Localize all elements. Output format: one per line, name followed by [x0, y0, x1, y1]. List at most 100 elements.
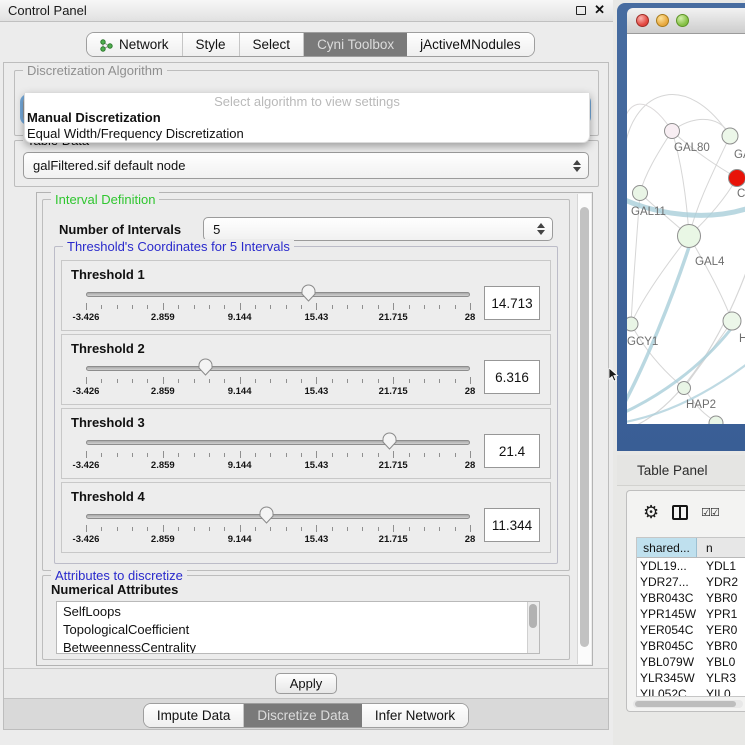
- table-row[interactable]: YPR145WYPR1: [637, 606, 745, 622]
- table-row[interactable]: YBR043CYBR0: [637, 590, 745, 606]
- network-canvas[interactable]: GAL80GACGAL11GAL4GCY1HHAP2: [627, 34, 745, 424]
- cell-name[interactable]: YLR3: [697, 671, 745, 685]
- tab-impute-data[interactable]: Impute Data: [144, 704, 245, 727]
- table-row[interactable]: YDR27...YDR2: [637, 574, 745, 590]
- interval-definition-title: Interval Definition: [51, 192, 159, 207]
- network-window-titlebar[interactable]: [627, 8, 745, 34]
- attribute-item[interactable]: BetweennessCentrality: [63, 640, 539, 654]
- network-node[interactable]: [678, 382, 691, 395]
- viewport-vertical-scrollbar[interactable]: [577, 194, 591, 664]
- network-node[interactable]: [633, 186, 648, 201]
- threshold-2-slider[interactable]: -3.4262.8599.14415.4321.71528: [86, 357, 470, 399]
- attribute-item[interactable]: TopologicalCoefficient: [63, 622, 539, 640]
- slider-track[interactable]: [86, 366, 470, 371]
- table-row[interactable]: YLR345WYLR3: [637, 670, 745, 686]
- cell-name[interactable]: YIL0: [697, 687, 745, 697]
- slider-track[interactable]: [86, 514, 470, 519]
- column-header-shared-name[interactable]: shared...: [637, 538, 697, 557]
- cell-shared-name[interactable]: YBR045C: [637, 639, 697, 653]
- attribute-item[interactable]: SelfLoops: [63, 604, 539, 622]
- slider-tick: [455, 453, 456, 457]
- apply-button[interactable]: Apply: [275, 673, 338, 694]
- settings-gear-icon[interactable]: ⚙: [643, 503, 659, 521]
- tab-cyni-toolbox[interactable]: Cyni Toolbox: [304, 33, 407, 56]
- table-row[interactable]: YBR045CYBR0: [637, 638, 745, 654]
- tab-style[interactable]: Style: [183, 33, 240, 56]
- network-view-window[interactable]: GAL80GACGAL11GAL4GCY1HHAP2: [617, 3, 745, 451]
- network-node[interactable]: [709, 416, 723, 424]
- table-data-combobox[interactable]: galFiltered.sif default node: [23, 152, 589, 179]
- slider-track[interactable]: [86, 292, 470, 297]
- network-node[interactable]: [729, 170, 745, 187]
- window-close-button[interactable]: [636, 14, 649, 27]
- number-of-intervals-combobox[interactable]: 5: [203, 217, 553, 241]
- network-tab-icon: [100, 38, 113, 52]
- column-checkboxes-icon[interactable]: ☑☑: [701, 506, 719, 519]
- split-columns-icon[interactable]: [672, 505, 688, 520]
- threshold-2-value-field[interactable]: 6.316: [484, 360, 540, 394]
- popup-item-equal-width-frequency[interactable]: Equal Width/Frequency Discretization: [25, 126, 589, 142]
- table-toolbar: ⚙ ☑☑: [627, 491, 745, 533]
- threshold-1-slider[interactable]: -3.4262.8599.14415.4321.71528: [86, 283, 470, 325]
- scrollbar-thumb[interactable]: [529, 604, 537, 628]
- column-header-name[interactable]: n: [697, 538, 745, 557]
- cell-shared-name[interactable]: YDL19...: [637, 559, 697, 573]
- cell-name[interactable]: YBR0: [697, 639, 745, 653]
- cell-name[interactable]: YDL1: [697, 559, 745, 573]
- cell-name[interactable]: YDR2: [697, 575, 745, 589]
- table-row[interactable]: YIL052CYIL0: [637, 686, 745, 697]
- cell-name[interactable]: YBL0: [697, 655, 745, 669]
- cell-shared-name[interactable]: YBR043C: [637, 591, 697, 605]
- network-node[interactable]: [723, 312, 741, 330]
- attributes-list-scrollbar[interactable]: [527, 602, 539, 653]
- slider-tick: [332, 527, 333, 531]
- tab-jactivemnodules[interactable]: jActiveMNodules: [407, 33, 534, 56]
- slider-tick: [147, 305, 148, 309]
- close-icon[interactable]: ✕: [594, 2, 605, 18]
- cell-shared-name[interactable]: YIL052C: [637, 687, 697, 697]
- cell-name[interactable]: YBR0: [697, 591, 745, 605]
- table-row[interactable]: YER054CYER0: [637, 622, 745, 638]
- threshold-4-value-field[interactable]: 11.344: [484, 508, 540, 542]
- numerical-attributes-list[interactable]: SelfLoopsTopologicalCoefficientBetweenne…: [56, 601, 540, 654]
- scrollbar-thumb[interactable]: [580, 207, 589, 647]
- tab-select[interactable]: Select: [240, 33, 305, 56]
- network-node[interactable]: [665, 124, 680, 139]
- cell-shared-name[interactable]: YLR345W: [637, 671, 697, 685]
- threshold-3-slider[interactable]: -3.4262.8599.14415.4321.71528: [86, 431, 470, 473]
- threshold-1-value-field[interactable]: 14.713: [484, 286, 540, 320]
- window-minimize-button[interactable]: [656, 14, 669, 27]
- tab-infer-network[interactable]: Infer Network: [362, 704, 468, 727]
- table-row[interactable]: YDL19...YDL1: [637, 558, 745, 574]
- slider-tick: [362, 453, 363, 457]
- cell-shared-name[interactable]: YBL079W: [637, 655, 697, 669]
- table-horizontal-scrollbar[interactable]: [633, 700, 743, 708]
- cell-shared-name[interactable]: YDR27...: [637, 575, 697, 589]
- threshold-3-value-field[interactable]: 21.4: [484, 434, 540, 468]
- slider-tick: [332, 453, 333, 457]
- tab-discretize-data[interactable]: Discretize Data: [244, 704, 362, 727]
- cell-shared-name[interactable]: YPR145W: [637, 607, 697, 621]
- network-node[interactable]: [627, 317, 638, 331]
- table-header-row: shared... n: [637, 538, 745, 558]
- slider-thumb[interactable]: [382, 432, 397, 450]
- table-row[interactable]: YBL079WYBL0: [637, 654, 745, 670]
- slider-tick: [255, 527, 256, 531]
- network-node[interactable]: [722, 128, 738, 144]
- settings-scroll-viewport: Interval Definition Number of Intervals …: [36, 192, 593, 666]
- table-panel-header: Table Panel: [617, 455, 745, 486]
- cell-shared-name[interactable]: YER054C: [637, 623, 697, 637]
- slider-thumb[interactable]: [198, 358, 213, 376]
- float-window-icon[interactable]: [576, 6, 586, 15]
- window-zoom-button[interactable]: [676, 14, 689, 27]
- threshold-4-slider[interactable]: -3.4262.8599.14415.4321.71528: [86, 505, 470, 547]
- cell-name[interactable]: YPR1: [697, 607, 745, 621]
- network-node[interactable]: [678, 225, 701, 248]
- tab-network[interactable]: Network: [87, 33, 183, 56]
- cell-name[interactable]: YER0: [697, 623, 745, 637]
- slider-track[interactable]: [86, 440, 470, 445]
- popup-item-manual-discretization[interactable]: Manual Discretization: [25, 110, 589, 126]
- slider-thumb[interactable]: [301, 284, 316, 302]
- scrollbar-thumb[interactable]: [635, 701, 736, 707]
- slider-thumb[interactable]: [259, 506, 274, 524]
